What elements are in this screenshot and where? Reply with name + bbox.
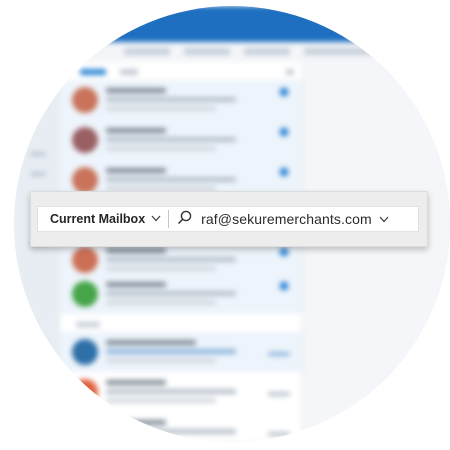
list-item	[60, 412, 302, 442]
search-input[interactable]: raf@sekuremerchants.com	[201, 211, 372, 227]
list-item	[60, 332, 302, 372]
list-group-header	[60, 318, 302, 332]
search-scope-label: Current Mailbox	[50, 212, 146, 226]
reading-pane	[303, 62, 450, 442]
search-box: Current Mailbox raf@sekuremerchants.com	[37, 206, 419, 232]
list-item	[60, 274, 302, 314]
search-bar: Current Mailbox raf@sekuremerchants.com	[30, 191, 428, 247]
chevron-down-icon[interactable]	[379, 210, 389, 228]
ribbon	[14, 42, 450, 62]
divider	[168, 210, 170, 228]
folder-pane	[14, 62, 60, 442]
chevron-down-icon	[151, 209, 161, 227]
title-bar	[14, 6, 450, 42]
message-list	[60, 62, 303, 442]
list-item	[60, 120, 302, 160]
list-filters	[60, 62, 302, 82]
list-item	[60, 80, 302, 120]
search-icon[interactable]	[177, 210, 192, 230]
list-item	[60, 372, 302, 412]
search-scope-dropdown[interactable]: Current Mailbox	[50, 211, 161, 227]
